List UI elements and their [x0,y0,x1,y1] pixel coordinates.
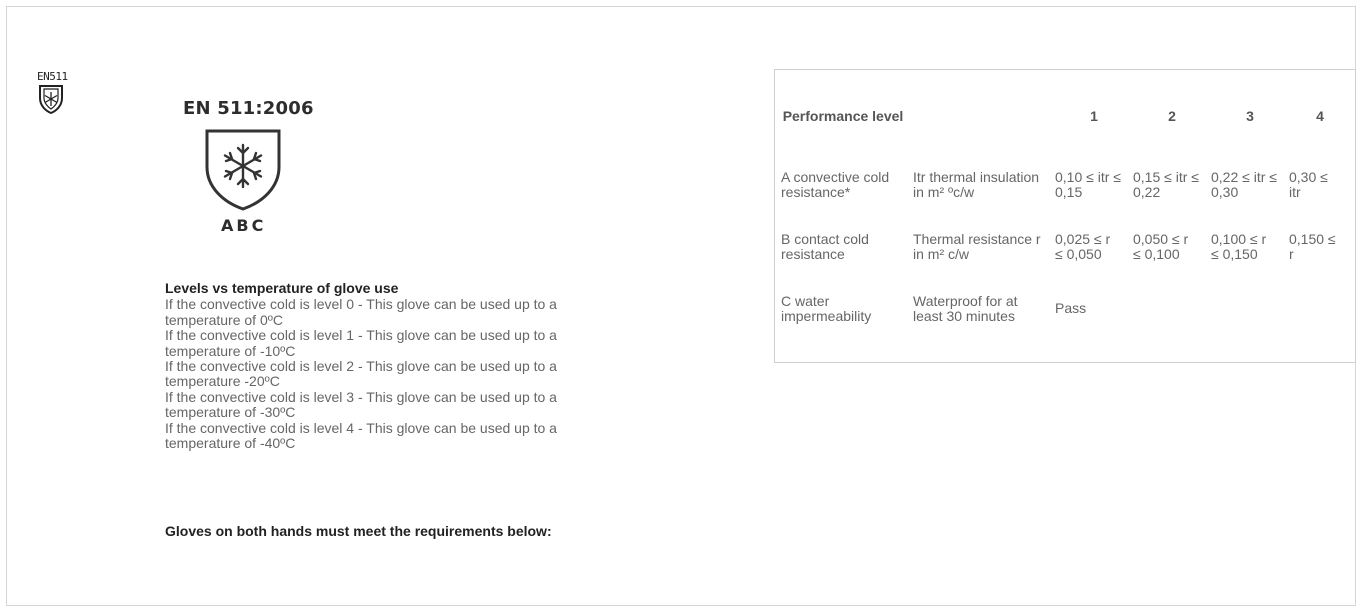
row-value: 0,050 ≤ r ≤ 0,100 [1133,230,1189,262]
row-value: 0,150 ≤ r [1289,230,1336,262]
header-level: 3 [1246,108,1254,124]
table-row: A convective cold resistance* Itr therma… [781,154,1351,216]
header-level: 4 [1316,108,1324,124]
row-value: 0,10 ≤ itr ≤ 0,15 [1055,168,1121,200]
levels-line: If the convective cold is level 3 - This… [165,388,557,405]
levels-title: Levels vs temperature of glove use [165,280,399,296]
header-level: 2 [1168,108,1176,124]
levels-line: temperature of -40ºC [165,435,296,452]
levels-line: If the convective cold is level 1 - This… [165,327,557,344]
row-value: 0,025 ≤ r ≤ 0,050 [1055,230,1111,262]
performance-letters: ABC [221,216,267,235]
en511-standard-logo: EN 511:2006 ABC [173,84,323,256]
row-value: 0,100 ≤ r ≤ 0,150 [1211,230,1267,262]
levels-line: temperature of 0ºC [165,311,283,328]
row-name: C water impermeability [781,292,872,324]
row-value: 0,22 ≤ itr ≤ 0,30 [1211,168,1277,200]
row-value [1133,278,1211,340]
table-header-row: Performance level 1 2 3 4 [781,92,1351,140]
row-description: Itr thermal insulation in m² ºc/w [913,168,1040,200]
row-description: Waterproof for at least 30 minutes [913,292,1018,324]
gloves-requirement-note: Gloves on both hands must meet the requi… [165,523,552,539]
levels-line: If the convective cold is level 0 - This… [165,296,557,313]
row-value: Pass [1055,300,1087,317]
standard-title: EN 511:2006 [183,98,314,119]
row-value [1211,278,1289,340]
row-description: Thermal resistance r in m² c/w [913,230,1041,262]
levels-line: temperature of -10ºC [165,342,296,359]
standard-code: EN511 [37,70,68,83]
en511-small-logo: EN511 [34,70,94,144]
levels-line: temperature of -30ºC [165,404,296,421]
levels-line: If the convective cold is level 2 - This… [165,358,557,375]
row-value: 0,30 ≤ itr [1289,168,1328,200]
row-value [1289,278,1351,340]
performance-table-box: Performance level 1 2 3 4 A convective c… [774,69,1356,363]
header-performance-level: Performance level [782,108,904,124]
row-name: B contact cold resistance [781,230,869,262]
table-row: B contact cold resistance Thermal resist… [781,216,1351,278]
snowflake-shield-icon [205,129,281,211]
levels-line: temperature -20ºC [165,373,280,390]
snowflake-shield-icon [39,85,63,114]
table-row: C water impermeability Waterproof for at… [781,278,1351,340]
row-value: 0,15 ≤ itr ≤ 0,22 [1133,168,1199,200]
row-name: A convective cold resistance* [781,168,890,200]
levels-section: Levels vs temperature of glove use If th… [165,280,685,452]
header-level: 1 [1090,108,1098,124]
performance-table: Performance level 1 2 3 4 A convective c… [781,92,1351,340]
header-empty [913,92,1055,140]
levels-line: If the convective cold is level 4 - This… [165,419,557,436]
